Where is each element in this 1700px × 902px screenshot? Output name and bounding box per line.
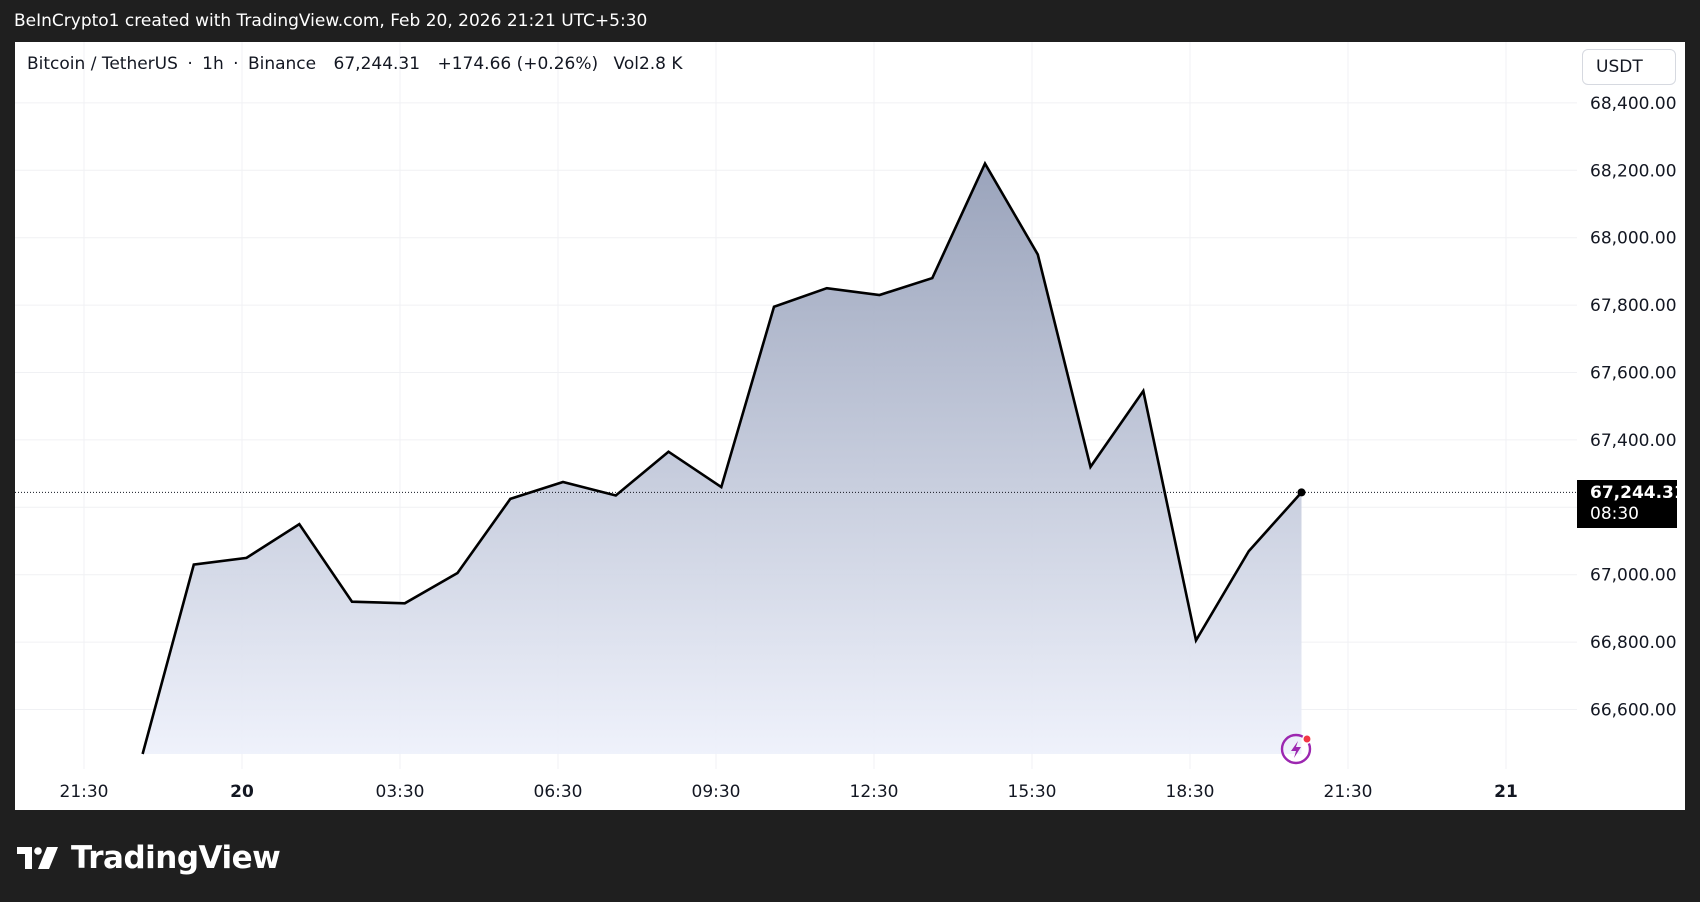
last-price-value: 67,244.31 <box>333 54 421 74</box>
price-axis-tick-label: 67,800.00 <box>1590 296 1677 316</box>
symbol-pair[interactable]: Bitcoin / TetherUS <box>27 54 178 74</box>
last-price-point <box>1297 488 1306 497</box>
tradingview-logo[interactable]: TradingView <box>17 840 281 876</box>
separator-dot: · <box>233 54 239 74</box>
price-area-fill <box>142 163 1302 755</box>
time-axis-tick-label: 21:30 <box>1324 782 1373 802</box>
chart-area[interactable]: 68,400.00 68,200.00 68,000.00 67,800.00 67,6… <box>15 42 1686 810</box>
last-price-tag: 67,244.31 <box>1590 483 1686 503</box>
brand-name: TradingView <box>71 840 281 876</box>
time-axis[interactable]: 21:30 20 03:30 06:30 09:30 12:30 15:30 18:30 21:… <box>60 782 1518 802</box>
time-axis-tick-label: 09:30 <box>692 782 741 802</box>
price-axis-tick-label: 67,400.00 <box>1590 431 1677 451</box>
time-axis-tick-label: 18:30 <box>1166 782 1215 802</box>
time-axis-tick-label: 15:30 <box>1008 782 1057 802</box>
currency-button[interactable]: USDT <box>1582 49 1676 85</box>
volume-value: Vol2.8 K <box>613 54 683 74</box>
symbol-interval[interactable]: 1h <box>202 54 224 74</box>
price-axis-tick-label: 68,200.00 <box>1590 161 1677 181</box>
separator-dot: · <box>187 54 193 74</box>
price-chart[interactable]: 68,400.00 68,200.00 68,000.00 67,800.00 67,6… <box>15 42 1685 810</box>
symbol-exchange: Binance <box>247 54 317 74</box>
tradingview-logo-icon <box>17 847 58 869</box>
price-axis-tick-label: 66,600.00 <box>1590 701 1677 721</box>
chart-caption: BeInCrypto1 created with TradingView.com… <box>14 11 648 31</box>
last-price-label: 67,244.31 08:30 <box>1577 480 1686 528</box>
symbol-info-bar: Bitcoin / TetherUS · 1h · Binance 67,244… <box>27 54 687 74</box>
price-axis-tick-label: 66,800.00 <box>1590 633 1677 653</box>
price-change: +174.66 (+0.26%) <box>437 54 599 74</box>
time-axis-tick-label: 21:30 <box>60 782 109 802</box>
price-axis-tick-label: 68,400.00 <box>1590 94 1677 114</box>
data-points <box>1297 488 1306 497</box>
time-axis-tick-label: 03:30 <box>376 782 425 802</box>
price-axis[interactable]: 68,400.00 68,200.00 68,000.00 67,800.00 67,6… <box>1590 94 1677 721</box>
time-axis-tick-label: 12:30 <box>850 782 899 802</box>
time-axis-tick-label: 21 <box>1494 782 1518 802</box>
time-axis-tick-label: 06:30 <box>534 782 583 802</box>
price-axis-tick-label: 67,600.00 <box>1590 364 1677 384</box>
bar-countdown: 08:30 <box>1590 504 1639 524</box>
price-axis-tick-label: 67,000.00 <box>1590 566 1677 586</box>
time-axis-tick-label: 20 <box>230 782 254 802</box>
price-axis-tick-label: 68,000.00 <box>1590 229 1677 249</box>
